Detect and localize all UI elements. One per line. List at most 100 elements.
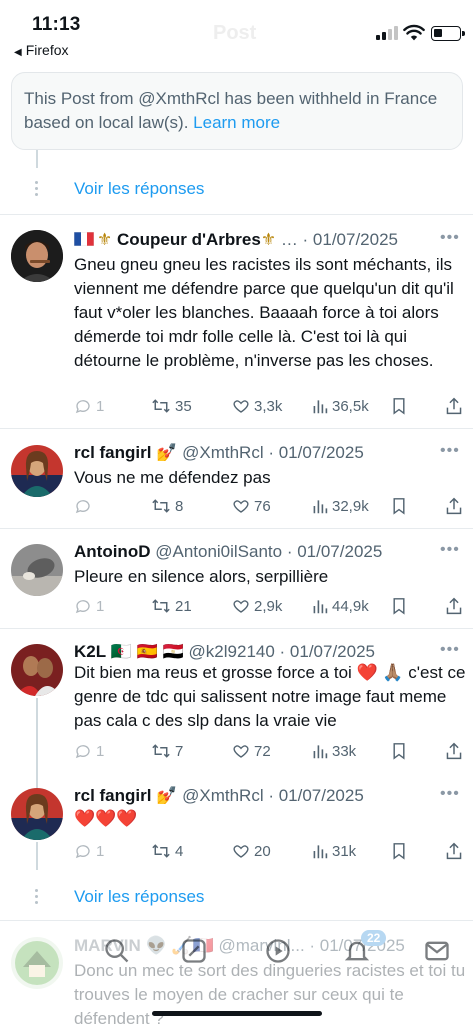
like-button[interactable]: 72	[232, 740, 271, 762]
heart-icon	[233, 845, 249, 858]
reply-button[interactable]: 1	[74, 595, 104, 617]
avatar[interactable]	[11, 644, 63, 696]
bookmark-button[interactable]	[391, 740, 407, 762]
like-button[interactable]: 3,3k	[232, 395, 282, 417]
author-name[interactable]: AntoinoD	[74, 542, 150, 561]
views-button[interactable]: 32,9k	[312, 495, 369, 517]
grok-icon[interactable]	[180, 937, 208, 965]
bookmark-icon	[393, 598, 405, 615]
like-count: 72	[254, 742, 271, 760]
thread-line	[36, 698, 38, 788]
thread-dots-icon	[34, 181, 40, 199]
like-count: 3,3k	[254, 397, 283, 415]
bookmark-icon	[393, 743, 405, 760]
avatar[interactable]	[11, 230, 63, 282]
heart-icon	[233, 500, 249, 513]
bookmark-button[interactable]	[391, 595, 407, 617]
share-button[interactable]	[445, 595, 463, 617]
more-options-icon[interactable]: •••	[440, 229, 460, 247]
bookmark-button[interactable]	[391, 840, 407, 862]
views-button[interactable]: 31k	[312, 840, 356, 862]
more-options-icon[interactable]: •••	[440, 641, 460, 659]
repost-icon	[152, 844, 170, 858]
reply-count: 1	[96, 842, 105, 860]
more-options-icon[interactable]: •••	[440, 785, 460, 803]
view-count: 31k	[332, 842, 357, 860]
share-icon	[446, 597, 462, 615]
share-button[interactable]	[445, 840, 463, 862]
views-chart-icon	[313, 500, 328, 514]
author-meta: @Antoni0ilSanto · 01/07/2025	[155, 542, 383, 561]
like-button[interactable]: 20	[232, 840, 271, 862]
more-options-icon[interactable]: •••	[440, 541, 460, 559]
like-button[interactable]: 76	[232, 495, 271, 517]
view-count: 36,5k	[332, 397, 369, 415]
repost-count: 21	[175, 597, 192, 615]
search-icon[interactable]	[103, 937, 131, 965]
avatar[interactable]	[11, 544, 63, 596]
tweet-header: rcl fangirl 💅 @XmthRcl · 01/07/2025	[74, 442, 464, 466]
author-name[interactable]: Coupeur d'Arbres	[117, 230, 261, 249]
views-button[interactable]: 33k	[312, 740, 356, 762]
wifi-icon	[403, 24, 425, 41]
share-icon	[446, 497, 462, 515]
repost-button[interactable]: 8	[151, 495, 183, 517]
country-flags-emoji: 🇩🇿 🇪🇸 🇪🇬	[110, 642, 184, 661]
avatar[interactable]	[11, 937, 63, 989]
bookmark-button[interactable]	[391, 495, 407, 517]
home-indicator[interactable]	[152, 1011, 322, 1016]
reply-count: 1	[96, 742, 105, 760]
repost-count: 35	[175, 397, 192, 415]
messages-envelope-icon[interactable]	[423, 937, 451, 965]
share-button[interactable]	[445, 740, 463, 762]
thread-line	[36, 150, 38, 168]
author-name[interactable]: rcl fangirl	[74, 443, 151, 462]
repost-button[interactable]: 4	[151, 840, 183, 862]
reply-button[interactable]	[74, 495, 96, 517]
reply-icon	[75, 500, 90, 514]
like-count: 20	[254, 842, 271, 860]
cellular-signal-icon	[376, 26, 398, 40]
avatar[interactable]	[11, 445, 63, 497]
thread-line	[36, 842, 38, 870]
author-name[interactable]: rcl fangirl	[74, 786, 151, 805]
tweet-text: Gneu gneu gneu les racistes ils sont méc…	[74, 255, 454, 370]
avatar[interactable]	[11, 788, 63, 840]
nail-polish-emoji: 💅	[156, 443, 178, 462]
like-button[interactable]: 2,9k	[232, 595, 282, 617]
show-replies-link[interactable]: Voir les réponses	[74, 887, 204, 907]
share-button[interactable]	[445, 495, 463, 517]
repost-button[interactable]: 21	[151, 595, 192, 617]
repost-button[interactable]: 35	[151, 395, 192, 417]
views-chart-icon	[313, 600, 328, 614]
withheld-notice: This Post from @XmthRcl has been withhel…	[11, 72, 463, 150]
bookmark-icon	[393, 843, 405, 860]
spaces-icon[interactable]	[264, 937, 292, 965]
reply-button[interactable]: 1	[74, 840, 104, 862]
show-replies-link[interactable]: Voir les réponses	[74, 179, 204, 199]
views-button[interactable]: 44,9k	[312, 595, 369, 617]
bookmark-button[interactable]	[391, 395, 407, 417]
more-options-icon[interactable]: •••	[440, 442, 460, 460]
reply-button[interactable]: 1	[74, 395, 104, 417]
author-name[interactable]: K2L	[74, 642, 106, 661]
tweet-actions: 8 76 32,9k	[74, 495, 466, 517]
like-count: 76	[254, 497, 271, 515]
tweet-header: rcl fangirl 💅 @XmthRcl · 01/07/2025	[74, 785, 464, 809]
fleur-de-lis-icon: ⚜	[97, 230, 113, 249]
tweet-actions: 1 21 2,9k 44,9k	[74, 595, 466, 617]
views-chart-icon	[313, 845, 328, 859]
reply-button[interactable]: 1	[74, 740, 104, 762]
author-meta: @XmthRcl · 01/07/2025	[182, 443, 364, 462]
thread-dots-icon	[34, 889, 40, 907]
repost-icon	[152, 599, 170, 613]
tweet-header: AntoinoD @Antoni0ilSanto · 01/07/2025	[74, 541, 464, 565]
learn-more-link[interactable]: Learn more	[193, 113, 280, 132]
tweet-text: ❤️❤️❤️	[74, 809, 138, 828]
back-to-app-link[interactable]: ◀ Firefox	[14, 42, 69, 58]
repost-icon	[152, 744, 170, 758]
views-button[interactable]: 36,5k	[312, 395, 369, 417]
share-button[interactable]	[445, 395, 463, 417]
repost-button[interactable]: 7	[151, 740, 183, 762]
reply-icon	[75, 845, 90, 859]
